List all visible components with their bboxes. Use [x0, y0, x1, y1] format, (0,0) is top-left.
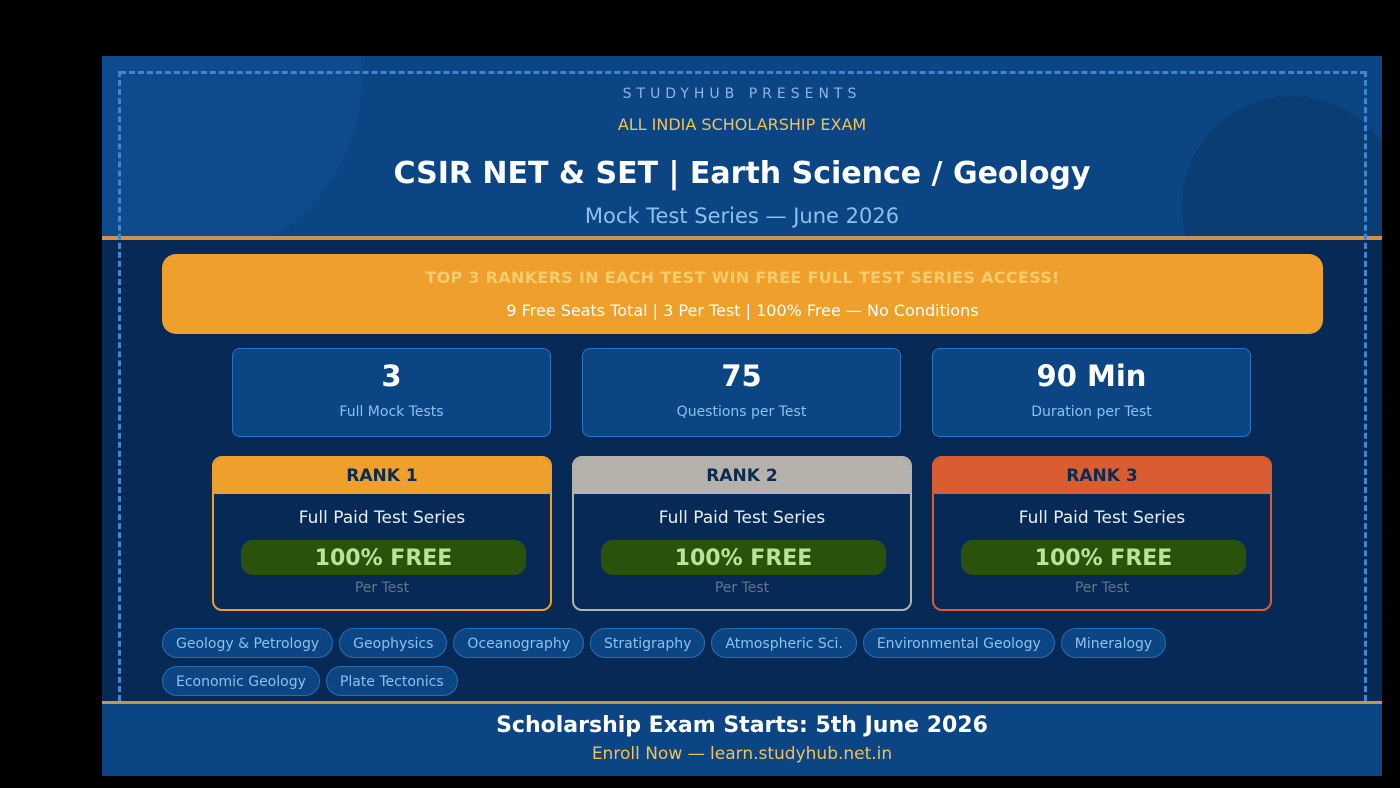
subject-tags: Geology & Petrology Geophysics Oceanograph…: [162, 628, 1222, 704]
enroll-link[interactable]: Enroll Now — learn.studyhub.net.in: [102, 744, 1382, 764]
stat-card-tests: 3 Full Mock Tests: [232, 348, 551, 437]
exam-title: ALL INDIA SCHOLARSHIP EXAM: [617, 115, 867, 134]
subject-tag: Oceanography: [453, 628, 585, 658]
dashed-border-top: [120, 71, 1366, 74]
stat-label: Questions per Test: [676, 404, 807, 420]
stat-value: 90 Min: [1036, 359, 1147, 393]
stat-card-questions: 75 Questions per Test: [582, 348, 901, 437]
rank-card-2: RANK 2 Full Paid Test Series 100% FREE P…: [572, 456, 912, 611]
subject-tag: Economic Geology: [162, 666, 320, 696]
promo-details: 9 Free Seats Total | 3 Per Test | 100% F…: [506, 301, 979, 320]
subject-tag: Atmospheric Sci.: [711, 628, 857, 658]
dashed-border-left: [118, 71, 121, 701]
promo-headline: TOP 3 RANKERS IN EACH TEST WIN FREE FULL…: [425, 268, 1060, 287]
subject-tag: Geology & Petrology: [162, 628, 334, 658]
stat-label: Full Mock Tests: [339, 404, 444, 420]
subtitle: Mock Test Series — June 2026: [584, 204, 900, 228]
rank-prize: Full Paid Test Series: [298, 508, 466, 528]
subject-tag: Environmental Geology: [862, 628, 1055, 658]
rank-prize: Full Paid Test Series: [658, 508, 826, 528]
stat-value: 75: [721, 359, 762, 393]
rank-note: Per Test: [714, 580, 770, 596]
subject-tag: Mineralogy: [1060, 628, 1167, 658]
exam-start-date: Scholarship Exam Starts: 5th June 2026: [496, 713, 988, 738]
subject-tag: Geophysics: [339, 628, 448, 658]
rank-card-3: RANK 3 Full Paid Test Series 100% FREE P…: [932, 456, 1272, 611]
header-divider: [102, 236, 1382, 240]
free-badge: 100% FREE: [961, 540, 1246, 575]
rank-title: RANK 2: [574, 458, 910, 494]
footer: Scholarship Exam Starts: 5th June 2026 E…: [102, 701, 1382, 776]
free-badge: 100% FREE: [601, 540, 886, 575]
stat-card-duration: 90 Min Duration per Test: [932, 348, 1251, 437]
presenter-label: STUDYHUB PRESENTS: [622, 86, 862, 102]
rank-note: Per Test: [1074, 580, 1130, 596]
dashed-border-right: [1364, 71, 1367, 701]
main-title: CSIR NET & SET | Earth Science / Geology: [393, 156, 1091, 191]
stat-label: Duration per Test: [1031, 404, 1152, 420]
free-badge: 100% FREE: [241, 540, 526, 575]
stat-value: 3: [381, 359, 402, 393]
scholarship-banner: STUDYHUB PRESENTS ALL INDIA SCHOLARSHIP …: [102, 56, 1382, 776]
rank-card-1: RANK 1 Full Paid Test Series 100% FREE P…: [212, 456, 552, 611]
rank-title: RANK 1: [214, 458, 550, 494]
subject-tag: Stratigraphy: [590, 628, 706, 658]
rank-title: RANK 3: [934, 458, 1270, 494]
rank-prize: Full Paid Test Series: [1018, 508, 1186, 528]
subject-tag: Plate Tectonics: [325, 666, 458, 696]
banner-header: STUDYHUB PRESENTS ALL INDIA SCHOLARSHIP …: [102, 56, 1382, 236]
promo-banner: TOP 3 RANKERS IN EACH TEST WIN FREE FULL…: [162, 254, 1323, 334]
rank-note: Per Test: [354, 580, 410, 596]
